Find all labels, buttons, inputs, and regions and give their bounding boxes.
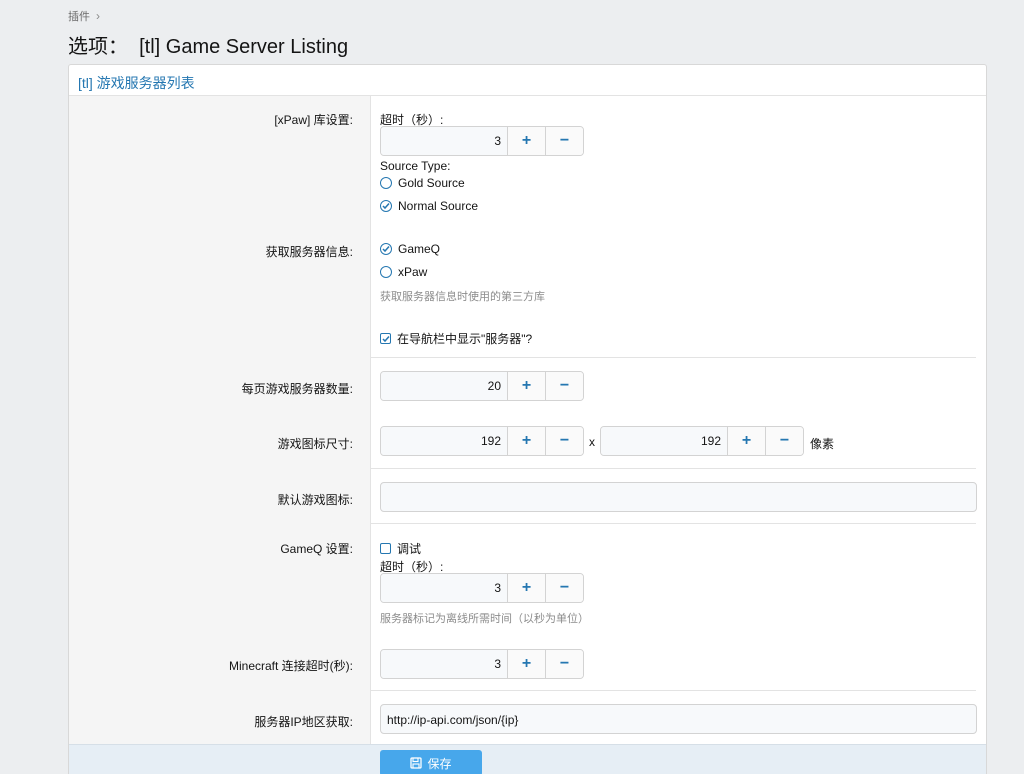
xpaw-timeout-value[interactable]: 3 (381, 127, 507, 155)
default-icon-input[interactable] (380, 482, 977, 512)
icon-height-value[interactable]: 192 (601, 427, 727, 455)
increment-button[interactable]: + (507, 650, 545, 678)
increment-button[interactable]: + (507, 574, 545, 602)
gameq-timeout-stepper: 3 + − (380, 573, 584, 603)
fetch-info-hint: 获取服务器信息时使用的第三方库 (380, 291, 545, 303)
xpaw-timeout-stepper: 3 + − (380, 126, 584, 156)
save-icon (410, 757, 423, 769)
radio-label: GameQ (398, 242, 441, 256)
icon-width-stepper: 192 + − (380, 426, 584, 456)
save-label: 保存 (427, 756, 452, 771)
ip-region-label: 服务器IP地区获取: (254, 715, 353, 729)
chevron-right-icon: › (96, 9, 100, 23)
gameq-debug-checkbox[interactable]: 调试 (380, 540, 421, 557)
fetch-info-label: 获取服务器信息: (265, 245, 353, 259)
radio-checked-icon (380, 243, 392, 255)
checkbox-label: 在导航栏中显示"服务器"? (397, 332, 533, 346)
increment-button[interactable]: + (727, 427, 765, 455)
icon-width-value[interactable]: 192 (381, 427, 507, 455)
size-separator: x (589, 435, 595, 449)
decrement-button[interactable]: − (545, 574, 583, 602)
checkbox-checked-icon (380, 333, 391, 344)
page-title: 选项： [tl] Game Server Listing (68, 36, 349, 58)
decrement-button[interactable]: − (545, 372, 583, 400)
radio-gold-source[interactable]: Gold Source (380, 176, 465, 190)
ip-region-input[interactable]: http://ip-api.com/json/{ip} (380, 704, 977, 734)
decrement-button[interactable]: − (545, 427, 583, 455)
options-panel: [tl] 游戏服务器列表 [xPaw] 库设置: 超时（秒）: 3 + − So… (68, 64, 987, 774)
gameq-timeout-value[interactable]: 3 (381, 574, 507, 602)
nav-show-servers-checkbox[interactable]: 在导航栏中显示"服务器"? (380, 330, 532, 347)
per-page-value[interactable]: 20 (381, 372, 507, 400)
gameq-timeout-hint: 服务器标记为离线所需时间（以秒为单位） (380, 613, 589, 625)
source-type-label: Source Type: (380, 159, 451, 173)
divider (371, 357, 976, 358)
radio-checked-icon (380, 200, 392, 212)
minecraft-timeout-stepper: 3 + − (380, 649, 584, 679)
decrement-button[interactable]: − (545, 650, 583, 678)
save-button[interactable]: 保存 (380, 750, 482, 774)
minecraft-timeout-label: Minecraft 连接超时(秒): (228, 659, 353, 673)
panel-header: [tl] 游戏服务器列表 (69, 65, 986, 96)
radio-label: Normal Source (398, 199, 479, 213)
radio-label: xPaw (398, 265, 428, 279)
icon-height-stepper: 192 + − (600, 426, 804, 456)
increment-button[interactable]: + (507, 127, 545, 155)
per-page-label: 每页游戏服务器数量: (241, 382, 353, 396)
radio-normal-source[interactable]: Normal Source (380, 199, 478, 213)
checkbox-label: 调试 (397, 542, 422, 556)
divider (371, 690, 976, 691)
size-unit: 像素 (810, 437, 835, 451)
radio-gameq[interactable]: GameQ (380, 242, 440, 256)
breadcrumb-item-plugins[interactable]: 插件 (68, 8, 90, 24)
decrement-button[interactable]: − (545, 127, 583, 155)
gameq-settings-label: GameQ 设置: (280, 542, 353, 556)
increment-button[interactable]: + (507, 427, 545, 455)
radio-label: Gold Source (398, 176, 465, 190)
minecraft-timeout-value[interactable]: 3 (381, 650, 507, 678)
divider (371, 468, 976, 469)
breadcrumb: 插件 › (68, 8, 100, 24)
increment-button[interactable]: + (507, 372, 545, 400)
default-icon-label: 默认游戏图标: (277, 493, 353, 507)
divider (371, 523, 976, 524)
form-submit-bar: 保存 (69, 744, 986, 774)
per-page-stepper: 20 + − (380, 371, 584, 401)
xpaw-settings-label: [xPaw] 库设置: (274, 113, 353, 127)
radio-unchecked-icon (380, 177, 392, 189)
radio-unchecked-icon (380, 266, 392, 278)
icon-size-label: 游戏图标尺寸: (277, 437, 353, 451)
checkbox-unchecked-icon (380, 543, 391, 554)
decrement-button[interactable]: − (765, 427, 803, 455)
radio-xpaw[interactable]: xPaw (380, 265, 427, 279)
